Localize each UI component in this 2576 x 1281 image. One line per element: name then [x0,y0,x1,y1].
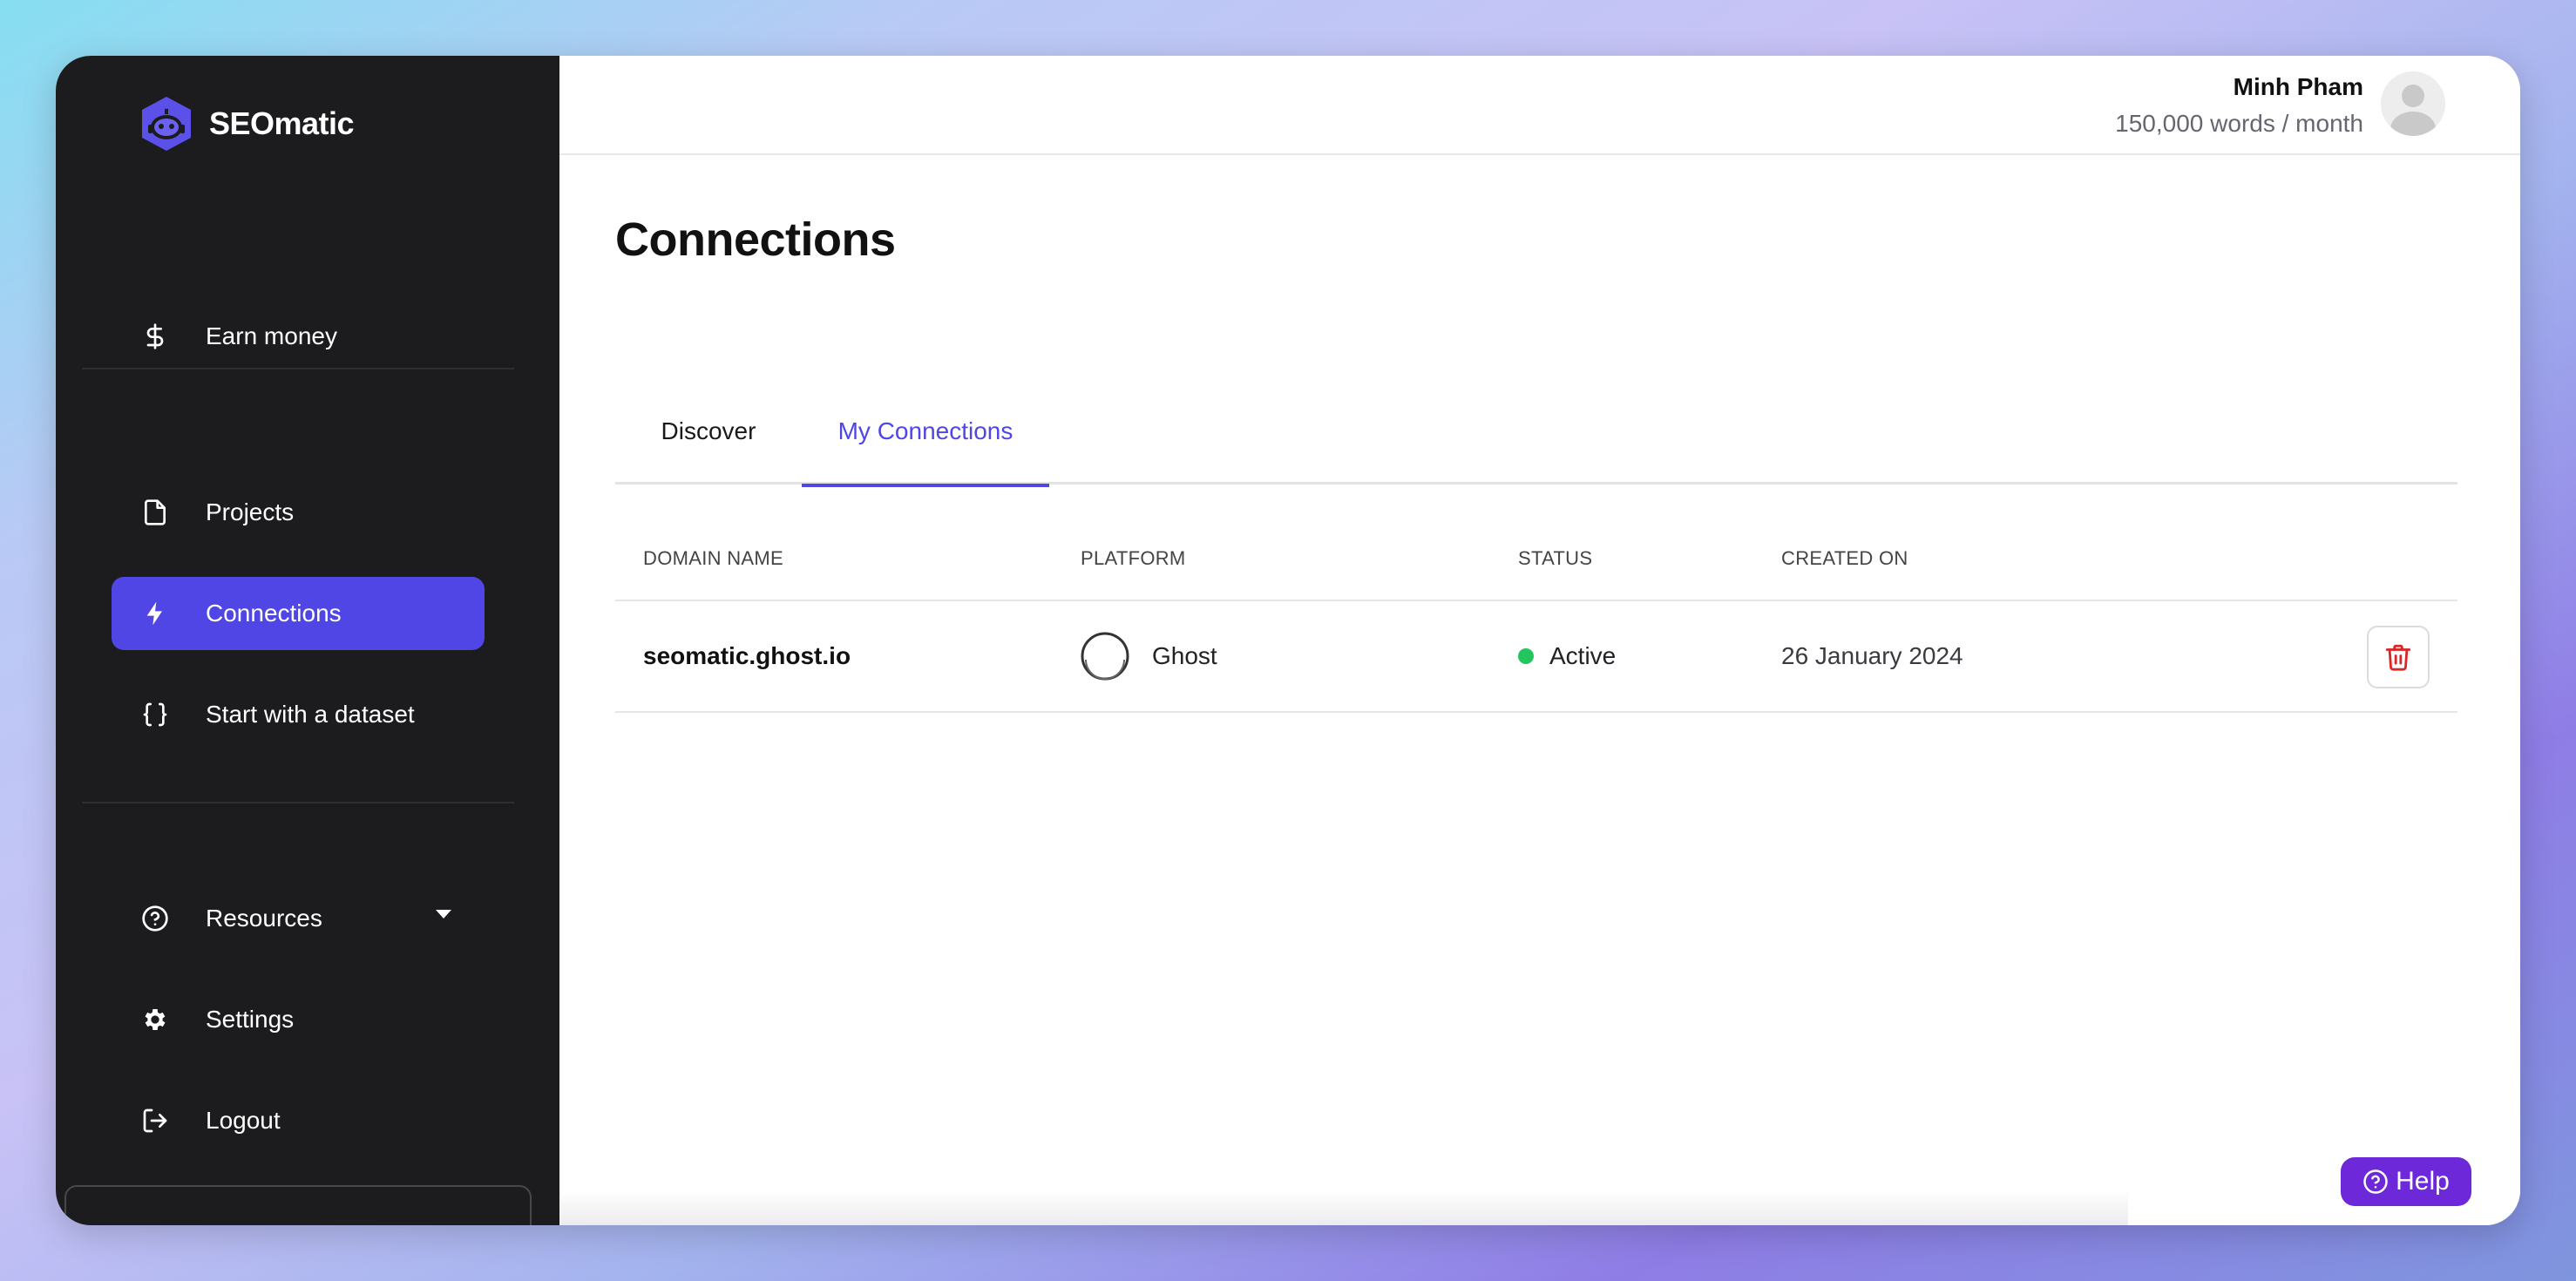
sidebar-divider [82,802,514,803]
tab-discover[interactable]: Discover [615,378,802,485]
lightning-icon [139,598,171,629]
column-header-platform: PLATFORM [1081,547,1186,569]
delete-connection-button[interactable] [2367,626,2430,688]
ghost-logo-icon [1081,632,1129,681]
dollar-icon [139,321,171,352]
trash-icon [2385,644,2411,671]
tabs: Discover My Connections [615,378,2457,487]
sidebar-item-label: Settings [206,1006,295,1033]
main-content: Minh Pham 150,000 words / month Connecti… [559,56,2520,1225]
created-on-cell: 26 January 2024 [1781,642,1963,669]
sidebar: SEOmatic Earn money Projects Connections [56,56,559,1225]
brand-name: SEOmatic [209,105,355,141]
sidebar-item-resources[interactable]: Resources [112,882,485,955]
sidebar-item-logout[interactable]: Logout [112,1084,485,1157]
question-circle-icon [2363,1169,2388,1194]
status-dot [1518,648,1534,664]
sidebar-item-label: Resources [206,905,322,932]
sidebar-item-start-with-dataset[interactable]: Start with a dataset [112,678,485,751]
logout-icon [139,1105,171,1136]
robot-logo-icon [142,97,191,151]
sidebar-divider [82,368,514,369]
sidebar-item-label: Connections [206,600,342,627]
column-header-domain-name: DOMAIN NAME [643,547,783,569]
column-header-created-on: CREATED ON [1781,547,1908,569]
connections-table: DOMAIN NAME PLATFORM STATUS CREATED ON s… [615,509,2457,713]
avatar[interactable] [2381,71,2445,136]
sidebar-item-label: Logout [206,1107,281,1134]
chevron-down-icon[interactable] [436,910,451,918]
help-label: Help [2396,1167,2450,1196]
sidebar-item-earn-money[interactable]: Earn money [112,300,485,373]
top-bar: Minh Pham 150,000 words / month [559,56,2520,155]
status-cell: Active [1518,601,1616,711]
file-icon [139,497,171,528]
platform-name: Ghost [1152,642,1217,669]
sidebar-item-projects[interactable]: Projects [112,476,485,549]
help-button[interactable]: Help [2341,1157,2471,1206]
platform-cell: Ghost [1081,601,1217,711]
sidebar-item-connections[interactable]: Connections [112,577,485,650]
question-circle-icon [139,903,171,934]
user-avatar-icon [2381,71,2445,136]
sidebar-item-label: Projects [206,498,295,525]
bottom-shadow [559,1190,2128,1225]
braces-icon [139,699,171,730]
table-row: seomatic.ghost.io Ghost Active 26 Januar… [615,601,2457,713]
sidebar-item-label: Start with a dataset [206,701,415,728]
gear-icon [139,1004,171,1035]
sidebar-item-settings[interactable]: Settings [112,983,485,1056]
user-name: Minh Pham [2233,73,2363,100]
brand[interactable]: SEOmatic [138,94,355,153]
column-header-status: STATUS [1518,547,1593,569]
sidebar-item-label: Earn money [206,322,337,349]
status-label: Active [1549,642,1617,669]
page-title: Connections [615,214,896,266]
tab-my-connections[interactable]: My Connections [802,378,1049,487]
table-header: DOMAIN NAME PLATFORM STATUS CREATED ON [615,509,2457,601]
app-window: SEOmatic Earn money Projects Connections [56,56,2520,1225]
domain-name-cell: seomatic.ghost.io [643,642,851,669]
user-quota: 150,000 words / month [2115,110,2363,137]
sidebar-bottom-card[interactable] [64,1185,532,1225]
